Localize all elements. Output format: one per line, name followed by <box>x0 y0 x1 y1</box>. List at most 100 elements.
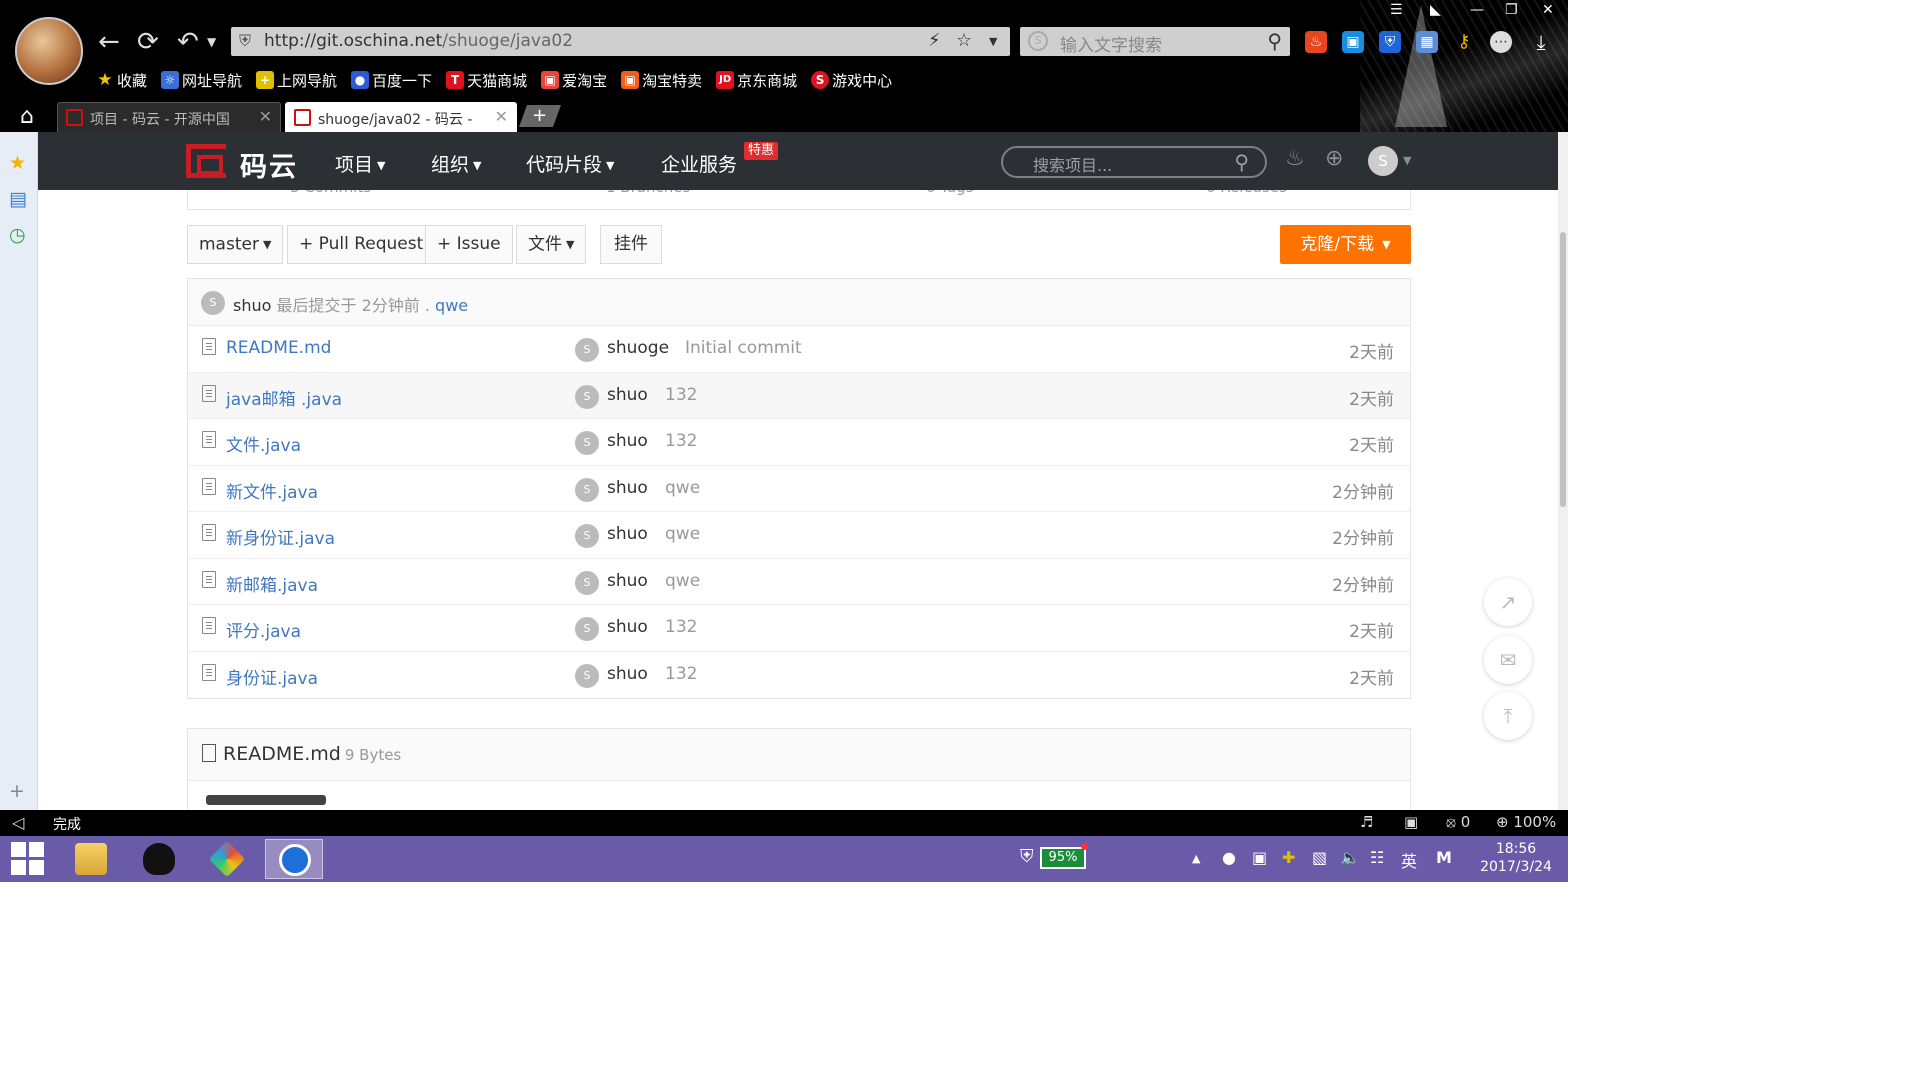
tab-repo[interactable]: shuoge/java02 - 码云 - ✕ <box>285 102 517 132</box>
bell-icon[interactable]: ♨ <box>1285 146 1305 171</box>
search-icon[interactable]: ⚲ <box>1234 150 1249 174</box>
nav-enterprise[interactable]: 企业服务 <box>661 150 737 177</box>
restore-icon[interactable]: ❐ <box>1505 2 1518 18</box>
bookmark-item[interactable]: ☼ 网址导航 <box>161 68 242 92</box>
minimize-icon[interactable]: — <box>1470 2 1484 18</box>
commit-message-link[interactable]: qwe <box>665 571 700 591</box>
bookmark-item[interactable]: + 上网导航 <box>256 68 337 92</box>
site-logo-text[interactable]: 码云 <box>240 145 298 184</box>
bookmark-item[interactable]: ▣ 爱淘宝 <box>541 68 607 92</box>
tab-projects[interactable]: 项目 - 码云 - 开源中国 ✕ <box>57 102 281 132</box>
table-row[interactable]: 评分.java Sshuo 132 2天前 <box>188 605 1410 652</box>
commit-message-link[interactable]: 132 <box>665 431 697 451</box>
table-row[interactable]: 新邮箱.java Sshuo qwe 2分钟前 <box>188 559 1410 605</box>
favorites-star-icon[interactable]: ★ <box>9 152 26 174</box>
search-icon[interactable]: ⚲ <box>1267 29 1282 53</box>
avatar[interactable]: S <box>575 384 599 409</box>
gitee-logo-icon[interactable] <box>186 144 226 178</box>
chevron-down-icon[interactable]: ▼ <box>207 28 216 56</box>
share-icon[interactable]: ↗ <box>1484 578 1532 626</box>
table-row[interactable]: java邮箱 .java Sshuo 132 2天前 <box>188 372 1410 419</box>
extension-screenshot-icon[interactable]: ▣ <box>1342 31 1364 53</box>
project-search-input[interactable]: 搜索项目... ⚲ <box>1001 146 1267 178</box>
skin-icon[interactable]: ◣ <box>1430 2 1441 18</box>
file-explorer-app[interactable] <box>62 839 120 879</box>
address-bar[interactable]: ⛨ http://git.oschina.net/shuoge/java02 ⚡… <box>231 27 1010 56</box>
file-name-link[interactable]: 新邮箱.java <box>226 571 318 596</box>
nav-projects[interactable]: 项目 ▼ <box>335 150 385 177</box>
refresh-icon[interactable]: ⟳ <box>137 28 159 56</box>
branch-select[interactable]: master ▼ <box>187 225 284 264</box>
bookmark-item[interactable]: ● 百度一下 <box>351 68 432 92</box>
zoom-icon[interactable]: ⊕ 100% <box>1496 813 1556 831</box>
file-name-link[interactable]: 评分.java <box>226 617 301 642</box>
avatar[interactable]: S <box>575 570 599 595</box>
avatar[interactable]: S <box>1368 146 1398 176</box>
avatar[interactable]: S <box>575 477 599 502</box>
scroll-thumb[interactable] <box>1560 232 1566 507</box>
more-icon[interactable]: ⋯ <box>1490 31 1512 53</box>
avatar[interactable]: S <box>575 663 599 688</box>
widget-button[interactable]: 挂件 <box>600 225 662 264</box>
commit-message-link[interactable]: 132 <box>665 664 697 684</box>
avatar[interactable]: S <box>575 617 599 641</box>
file-name-link[interactable]: 新身份证.java <box>226 524 335 549</box>
file-name-link[interactable]: README.md <box>226 338 331 358</box>
download-icon[interactable]: ⤓ <box>1530 31 1552 53</box>
bookmark-star-icon[interactable]: ☆ <box>956 30 972 51</box>
plus-tray-icon[interactable]: ✚ <box>1282 848 1295 867</box>
table-row[interactable]: 文件.java Sshuo 132 2天前 <box>188 419 1410 466</box>
nav-organizations[interactable]: 组织 ▼ <box>431 150 481 177</box>
commit-author[interactable]: shuo <box>607 524 648 544</box>
commit-author[interactable]: shuo <box>607 478 648 498</box>
commit-author[interactable]: shuo <box>607 664 648 684</box>
avatar[interactable]: S <box>201 291 225 315</box>
avatar[interactable]: S <box>575 431 599 455</box>
sidebar-toggle-icon[interactable]: ◁ <box>12 813 24 832</box>
ime-mode-icon[interactable]: M <box>1436 848 1452 867</box>
lightning-icon[interactable]: ⚡ <box>928 30 941 51</box>
commit-message-link[interactable]: qwe <box>665 478 700 498</box>
menu-icon[interactable]: ☰ <box>1390 2 1403 18</box>
chevron-down-icon[interactable]: ▼ <box>989 35 997 48</box>
new-tab-button[interactable]: + <box>518 105 562 127</box>
commit-message-link[interactable]: qwe <box>435 296 468 315</box>
close-icon[interactable]: ✕ <box>1542 2 1554 18</box>
back-icon[interactable]: ← <box>98 28 120 56</box>
avatar[interactable]: S <box>575 338 599 362</box>
extension-fire-icon[interactable]: ♨ <box>1305 31 1327 53</box>
table-row[interactable]: 新身份证.java Sshuo qwe 2分钟前 <box>188 512 1410 559</box>
volume-icon[interactable]: 🔈 <box>1340 848 1360 867</box>
bookmark-item[interactable]: JD 京东商城 <box>716 68 797 92</box>
table-row[interactable]: README.md Sshuoge Initial commit 2天前 <box>188 326 1410 373</box>
app-launcher[interactable] <box>198 839 256 879</box>
table-row[interactable]: 新文件.java Sshuo qwe 2分钟前 <box>188 466 1410 512</box>
commit-author[interactable]: shuo <box>607 431 648 451</box>
commit-author[interactable]: shuo <box>607 385 648 405</box>
feedback-icon[interactable]: ✉ <box>1484 636 1532 684</box>
commit-author[interactable]: shuo <box>607 571 648 591</box>
qq-tray-icon[interactable]: ● <box>1222 848 1236 867</box>
commit-author[interactable]: shuo <box>233 296 271 315</box>
sogou-browser-app[interactable] <box>265 839 323 879</box>
commit-author[interactable]: shuoge <box>607 338 669 358</box>
bookmark-item[interactable]: ▣ 淘宝特卖 <box>621 68 702 92</box>
extension-tool-icon[interactable]: ▦ <box>1416 31 1438 53</box>
clone-download-button[interactable]: 克隆/下载 ▼ <box>1280 225 1411 264</box>
file-name-link[interactable]: 新文件.java <box>226 478 318 503</box>
plus-circle-icon[interactable]: ⊕ <box>1325 146 1343 171</box>
close-icon[interactable]: ✕ <box>259 107 272 126</box>
undo-close-icon[interactable]: ↶ <box>177 28 199 56</box>
file-name-link[interactable]: java邮箱 .java <box>226 385 342 410</box>
extension-shield-icon[interactable]: ⛨ <box>1379 31 1401 53</box>
files-dropdown[interactable]: 文件 ▼ <box>516 225 587 264</box>
browser-user-avatar[interactable] <box>15 17 83 85</box>
system-clock[interactable]: 18:56 2017/3/24 <box>1474 840 1558 876</box>
commit-message-link[interactable]: 132 <box>665 617 697 637</box>
page-scrollbar[interactable] <box>1558 132 1568 810</box>
url-text[interactable]: http://git.oschina.net/shuoge/java02 <box>264 31 573 51</box>
security-tray-icon[interactable]: ⛨ <box>1020 846 1034 867</box>
avatar[interactable]: S <box>575 524 599 548</box>
bookmark-item[interactable]: ★ 收藏 <box>96 68 147 92</box>
issue-button[interactable]: + Issue <box>425 225 513 264</box>
